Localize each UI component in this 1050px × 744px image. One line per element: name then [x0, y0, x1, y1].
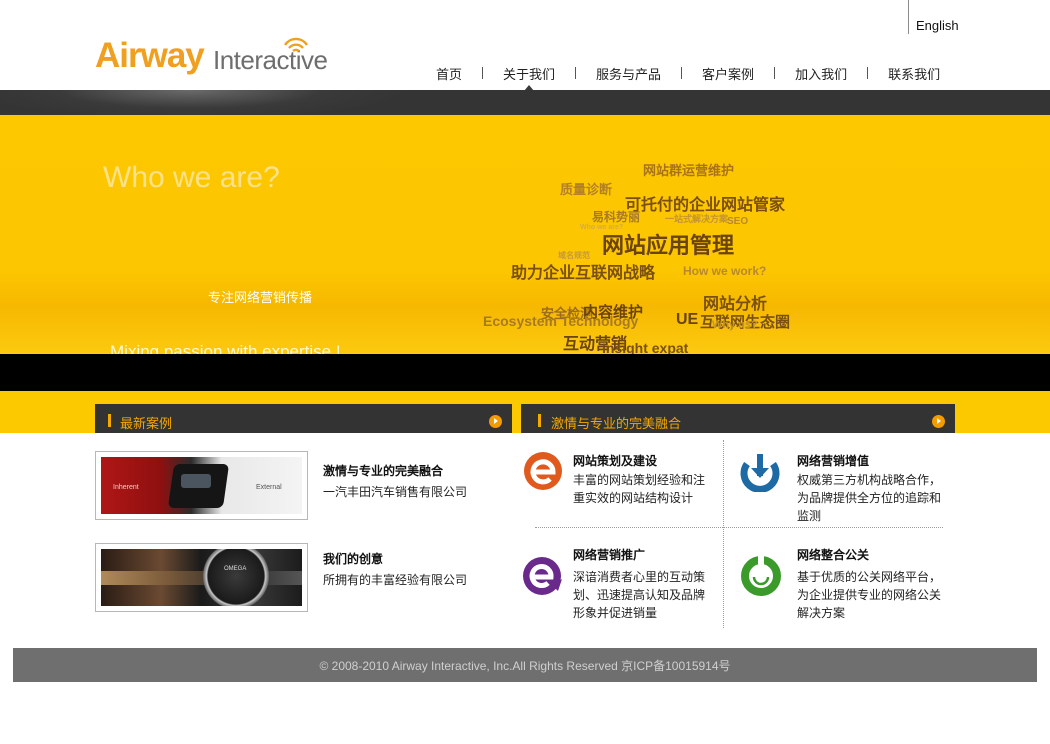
service-description: 权威第三方机构战略合作，为品牌提供全方位的追踪和监测 [797, 473, 942, 523]
services-more-arrow-icon[interactable] [932, 415, 945, 428]
cloud-word: Who we are? [580, 224, 624, 231]
case-thumbnail-toyota[interactable]: Inherent External [95, 451, 308, 520]
footer-copyright: © 2008-2010 Airway Interactive, Inc.All … [319, 659, 731, 673]
case-title[interactable]: 激情与专业的完美融合 [323, 462, 443, 479]
service-title[interactable]: 网络营销增值 [797, 452, 869, 469]
main-nav: 首页 关于我们 服务与产品 客户案例 加入我们 联系我们 [420, 64, 956, 91]
nav-divider [681, 67, 683, 79]
download-arrow-icon[interactable] [739, 450, 781, 492]
case-thumb-label-left: Inherent [113, 484, 139, 491]
cloud-word: Why us? [712, 319, 758, 331]
e-arrow-icon[interactable] [522, 555, 564, 597]
nav-item-home[interactable]: 首页 [420, 64, 478, 83]
service-title[interactable]: 网站策划及建设 [573, 452, 657, 469]
site-footer: © 2008-2010 Airway Interactive, Inc.All … [13, 648, 1037, 682]
nav-divider [774, 67, 776, 79]
language-divider [908, 0, 909, 34]
smile-ring-icon[interactable] [740, 555, 782, 597]
banner-bottom-bar [0, 354, 1050, 391]
nav-item-join[interactable]: 加入我们 [779, 64, 863, 83]
nav-item-contact[interactable]: 联系我们 [872, 64, 956, 83]
cloud-word: 网站应用管理 [602, 233, 735, 258]
cloud-word: How we work? [683, 264, 767, 278]
nav-item-services[interactable]: 服务与产品 [580, 64, 677, 83]
service-title[interactable]: 网络整合公关 [797, 546, 869, 563]
site-logo[interactable]: Airway Interactive [95, 36, 335, 80]
case-thumbnail-watch[interactable]: OMEGA [95, 543, 308, 612]
cloud-word: SEO [727, 216, 749, 227]
cases-more-arrow-icon[interactable] [489, 415, 502, 428]
nav-item-about[interactable]: 关于我们 [487, 64, 571, 91]
cloud-word: 质量诊断 [560, 182, 613, 197]
cloud-word: 网站群运营维护 [643, 163, 735, 178]
logo-text-airway: Airway [95, 36, 205, 75]
case-subtitle: 一汽丰田汽车销售有限公司 [323, 485, 468, 499]
case-image-watch: OMEGA [101, 549, 302, 606]
cloud-word: 易科势丽 [592, 210, 641, 224]
services-section-header: 激情与专业的完美融合 [521, 404, 955, 433]
case-image-car: Inherent External [101, 457, 302, 514]
case-title[interactable]: 我们的创意 [323, 550, 383, 567]
case-thumb-brand: OMEGA [224, 566, 247, 572]
cloud-word: Ecosystem Technology [483, 313, 639, 329]
nav-divider [867, 67, 869, 79]
case-thumb-label-right: External [256, 484, 282, 491]
section-marker [108, 414, 111, 427]
cloud-word: 助力企业互联网战略 [511, 265, 656, 282]
services-horizontal-divider [535, 527, 943, 528]
e-logo-icon[interactable] [522, 450, 564, 492]
banner-top-strip [0, 90, 1050, 115]
cloud-word: 域名规范 [558, 251, 590, 260]
logo-text-interactive: Interactive [213, 45, 328, 75]
service-description: 深谙消费者心里的互动策划、迅速提高认知及品牌形象并促进销量 [573, 570, 706, 620]
cases-section-header: 最新案例 [95, 404, 512, 433]
wifi-signal-icon [283, 37, 309, 53]
keyword-cloud: 网站群运营维护 质量诊断 可托付的企业网站管家 易科势丽 一站式解决方案 SEO… [0, 115, 1050, 354]
nav-divider [575, 67, 577, 79]
cloud-word: 一站式解决方案 [665, 214, 729, 224]
service-title[interactable]: 网络营销推广 [573, 546, 645, 563]
service-description: 基于优质的公关网络平台，为企业提供专业的网络公关解决方案 [797, 570, 942, 620]
nav-item-cases[interactable]: 客户案例 [686, 64, 770, 83]
case-subtitle: 所拥有的丰富经验有限公司 [323, 573, 468, 587]
language-link-english[interactable]: English [916, 18, 959, 33]
cases-section-title: 最新案例 [120, 416, 173, 431]
service-description: 丰富的网站策划经验和注重实效的网站结构设计 [573, 473, 706, 505]
cloud-word: Insight expat [602, 340, 689, 354]
cloud-word: 网站分析 [703, 296, 768, 313]
cloud-word: UE [676, 311, 699, 328]
cloud-word: 可托付的企业网站管家 [625, 197, 786, 214]
site-header: English Airway Interactive 首页 关于我们 服务与产品… [0, 0, 1050, 91]
hero-banner: Who we are? 专注网络营销传播 Mixing passion with… [0, 115, 1050, 354]
nav-divider [482, 67, 484, 79]
services-section-title: 激情与专业的完美融合 [551, 416, 682, 431]
services-vertical-divider [723, 440, 724, 628]
section-marker [538, 414, 541, 427]
